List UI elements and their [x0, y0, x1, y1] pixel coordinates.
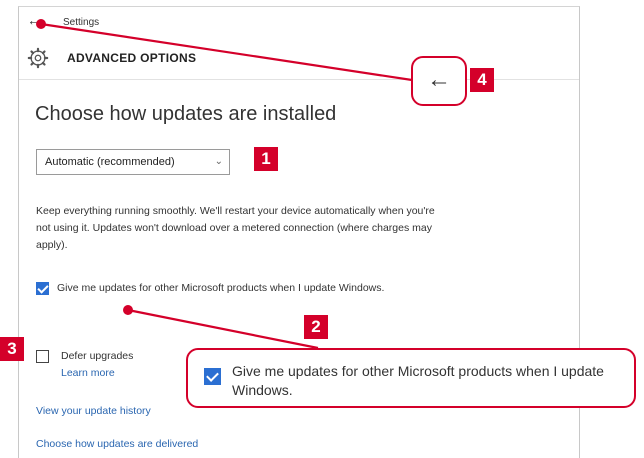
- badge-3: 3: [0, 337, 24, 361]
- update-mode-dropdown[interactable]: Automatic (recommended) ⌄: [36, 149, 230, 175]
- title-bar: ← Settings: [19, 7, 579, 37]
- badge-2: 2: [304, 315, 328, 339]
- badge-4: 4: [470, 68, 494, 92]
- description-text: Keep everything running smoothly. We'll …: [36, 205, 435, 251]
- gear-icon: [27, 47, 49, 69]
- back-arrow-icon: ←: [427, 66, 451, 93]
- ms-updates-callout: Give me updates for other Microsoft prod…: [186, 348, 636, 408]
- checkmark-icon: [204, 368, 221, 385]
- section-heading: Choose how updates are installed: [35, 103, 337, 125]
- chevron-down-icon: ⌄: [214, 156, 223, 167]
- defer-upgrades-label: Defer upgrades: [61, 350, 134, 362]
- page-title: ADVANCED OPTIONS: [67, 51, 197, 65]
- dropdown-value: Automatic (recommended): [45, 156, 175, 168]
- ms-updates-checkbox[interactable]: [36, 282, 49, 295]
- header-divider: [19, 79, 579, 80]
- callout-checkbox-label: Give me updates for other Microsoft prod…: [232, 363, 604, 398]
- learn-more-link[interactable]: Learn more: [61, 367, 115, 379]
- page-header: ADVANCED OPTIONS: [19, 41, 579, 77]
- badge-1: 1: [254, 147, 278, 171]
- update-history-link[interactable]: View your update history: [36, 405, 151, 417]
- defer-upgrades-checkbox[interactable]: [36, 350, 49, 363]
- delivery-options-link[interactable]: Choose how updates are delivered: [36, 438, 198, 450]
- back-arrow-callout: ←: [411, 56, 467, 106]
- app-title: Settings: [63, 17, 100, 28]
- ms-updates-label: Give me updates for other Microsoft prod…: [57, 282, 385, 294]
- back-arrow-icon[interactable]: ←: [27, 12, 41, 28]
